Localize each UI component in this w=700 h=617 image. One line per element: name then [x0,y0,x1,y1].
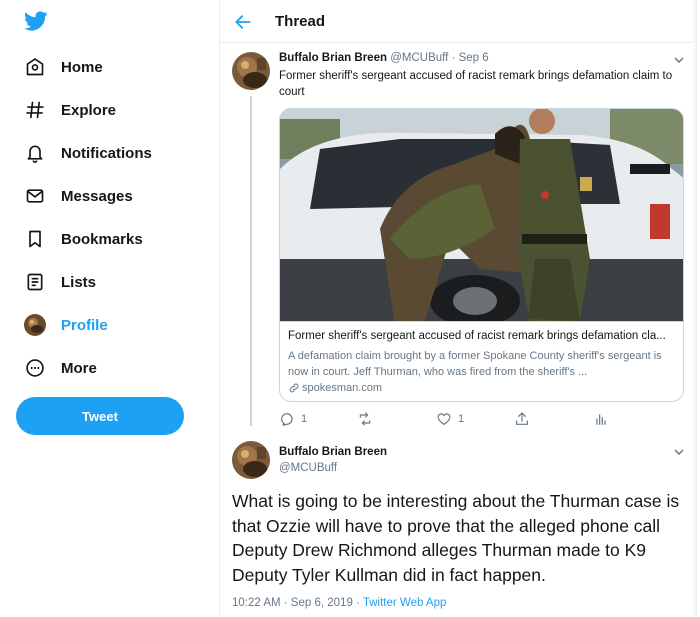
nav-messages[interactable]: Messages [24,184,133,208]
list-icon [24,271,46,293]
like-count: 1 [458,413,465,425]
chevron-down-icon[interactable] [673,446,685,458]
link-icon [289,383,299,393]
author-handle[interactable]: @MCUBuff [279,462,337,474]
card-body: Former sheriff's sergeant accused of rac… [280,321,683,401]
avatar [24,314,46,336]
heart-icon [437,413,451,425]
tweet-text: Former sheriff's sergeant accused of rac… [279,70,673,98]
tweet-author-avatar[interactable] [232,52,270,90]
nav-more-label: More [61,359,97,377]
nav-notifications[interactable]: Notifications [24,141,152,165]
card-image [280,109,683,321]
tweet-source[interactable]: Twitter Web App [363,597,447,609]
nav-profile[interactable]: Profile [24,313,108,337]
author-name[interactable]: Buffalo Brian Breen [279,52,387,64]
tweet-text: What is going to be interesting about th… [232,491,680,585]
twitter-bird-icon[interactable] [22,9,50,33]
tweet-header: Buffalo Brian Breen @MCUBuff · Sep 6 [279,52,489,64]
card-title: Former sheriff's sergeant accused of rac… [288,330,666,342]
nav-home-label: Home [61,58,103,76]
nav-explore-label: Explore [61,101,117,119]
hashtag-icon [24,99,46,121]
envelope-icon [24,185,46,207]
more-circle-icon [24,357,46,379]
author-name[interactable]: Buffalo Brian Breen [279,446,387,458]
chevron-down-icon[interactable] [673,54,685,66]
bell-icon [24,142,46,164]
tweet-timestamp: 10:22 AM · Sep 6, 2019 · Twitter Web App [232,597,446,609]
tweet-author-avatar[interactable] [232,441,270,479]
link-preview-card[interactable]: Former sheriff's sergeant accused of rac… [279,108,684,402]
thread-connector-line [250,96,252,426]
nav-explore[interactable]: Explore [24,98,116,122]
scrollbar[interactable] [693,0,696,617]
reply-icon [280,413,293,426]
author-handle[interactable]: @MCUBuff [390,52,448,64]
analytics-icon [596,414,606,425]
card-description: A defamation claim brought by a former S… [288,350,662,378]
separator-dot: · [451,52,456,64]
share-icon [516,412,528,425]
nav-bookmarks-label: Bookmarks [61,230,143,248]
thread-header: Thread [220,0,696,43]
tweet-time[interactable]: 10:22 AM · Sep 6, 2019 · [232,597,363,609]
nav-profile-label: Profile [61,316,108,334]
tweet-date[interactable]: Sep 6 [459,52,489,64]
like-action[interactable]: 1 [436,410,464,428]
tweet-button[interactable]: Tweet [16,397,184,435]
analytics-action[interactable] [593,410,609,428]
home-icon [24,56,46,78]
nav-messages-label: Messages [61,187,133,205]
nav-notifications-label: Notifications [61,144,152,162]
page-title: Thread [275,13,326,30]
nav-more[interactable]: More [24,356,97,380]
retweet-action[interactable] [357,410,379,428]
bookmark-icon [24,228,46,250]
reply-count: 1 [301,413,308,425]
retweet-icon [359,412,371,426]
nav-bookmarks[interactable]: Bookmarks [24,227,143,251]
back-arrow-icon[interactable] [233,12,253,32]
thread-column: Thread Buffalo Brian Breen @MCUBuff · Se… [219,0,697,617]
reply-action[interactable]: 1 [279,410,307,428]
nav-lists[interactable]: Lists [24,270,96,294]
share-action[interactable] [514,410,530,428]
card-link: spokesman.com [288,382,382,394]
card-domain: spokesman.com [302,382,383,394]
nav-home[interactable]: Home [24,55,103,79]
nav-lists-label: Lists [61,273,97,291]
sidebar: Home Explore Notifications Messages Book… [0,0,219,617]
